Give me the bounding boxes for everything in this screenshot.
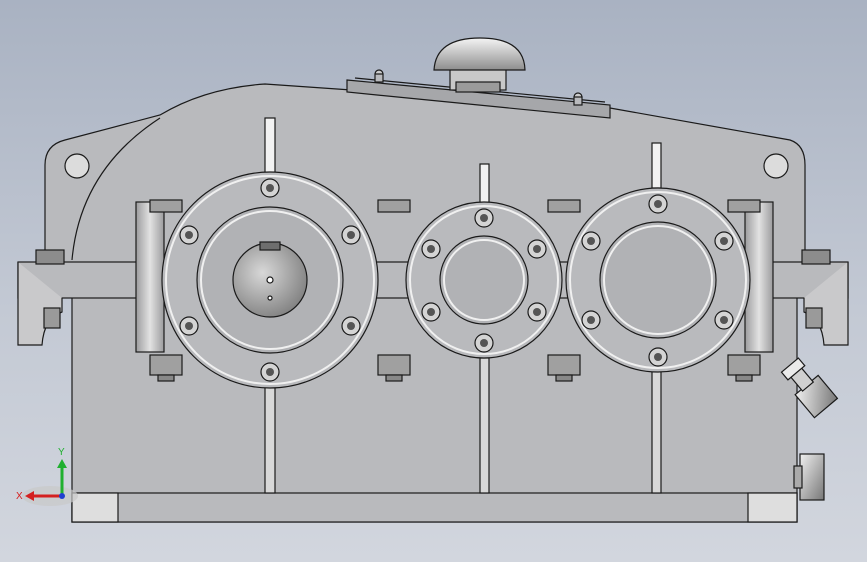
rib-bottom bbox=[651, 367, 662, 494]
flange-bolt-nut bbox=[547, 199, 581, 213]
base-flange-right-highlight bbox=[747, 492, 798, 523]
bearing-boss-left bbox=[135, 201, 165, 353]
rib-bottom bbox=[264, 384, 276, 494]
lifting-lug-left bbox=[64, 153, 90, 179]
flange-bolt-stud bbox=[735, 374, 753, 382]
flange-bolt-stud bbox=[555, 374, 573, 382]
flange-bolt-nut bbox=[149, 199, 183, 213]
gearbox-model[interactable]: Y X bbox=[0, 0, 867, 562]
flange-bolt-stud bbox=[157, 374, 175, 382]
drain-plug-washer bbox=[793, 465, 803, 489]
flange-bolt-stud bbox=[385, 374, 403, 382]
hatch-screw-stem bbox=[573, 96, 583, 106]
flange-bolt-nut bbox=[727, 354, 761, 376]
rib-top bbox=[479, 163, 490, 205]
flange-nut-left bbox=[35, 249, 65, 265]
lifting-lug-right bbox=[763, 153, 789, 179]
flange-bolt-nut bbox=[377, 199, 411, 213]
coordinate-triad: Y X bbox=[16, 447, 78, 506]
flange-bolt-nut bbox=[547, 354, 581, 376]
breather-stem-ring bbox=[455, 81, 501, 93]
bearing-cover-input bbox=[161, 171, 379, 389]
base-flange bbox=[71, 492, 798, 523]
base-flange-left-highlight bbox=[71, 492, 119, 523]
triad-y-label: Y bbox=[58, 447, 65, 458]
cad-viewport[interactable]: Y X bbox=[0, 0, 867, 562]
flange-bolt-nut bbox=[149, 354, 183, 376]
rib-bottom bbox=[479, 357, 490, 494]
bearing-cover-output bbox=[565, 187, 751, 373]
hatch-screw-stem bbox=[374, 73, 384, 83]
triad-x-label: X bbox=[16, 491, 23, 502]
flange-bolt-nut bbox=[377, 354, 411, 376]
flange-bolt-stud-left bbox=[43, 307, 61, 329]
drain-plug-nut bbox=[799, 453, 825, 501]
shaft-keyway bbox=[259, 241, 281, 251]
breather-cap bbox=[433, 37, 526, 71]
flange-bolt-nut bbox=[727, 199, 761, 213]
rib-top bbox=[651, 142, 662, 189]
rib-top bbox=[264, 117, 276, 174]
flange-nut-right bbox=[801, 249, 831, 265]
flange-bolt-stud-right bbox=[805, 307, 823, 329]
